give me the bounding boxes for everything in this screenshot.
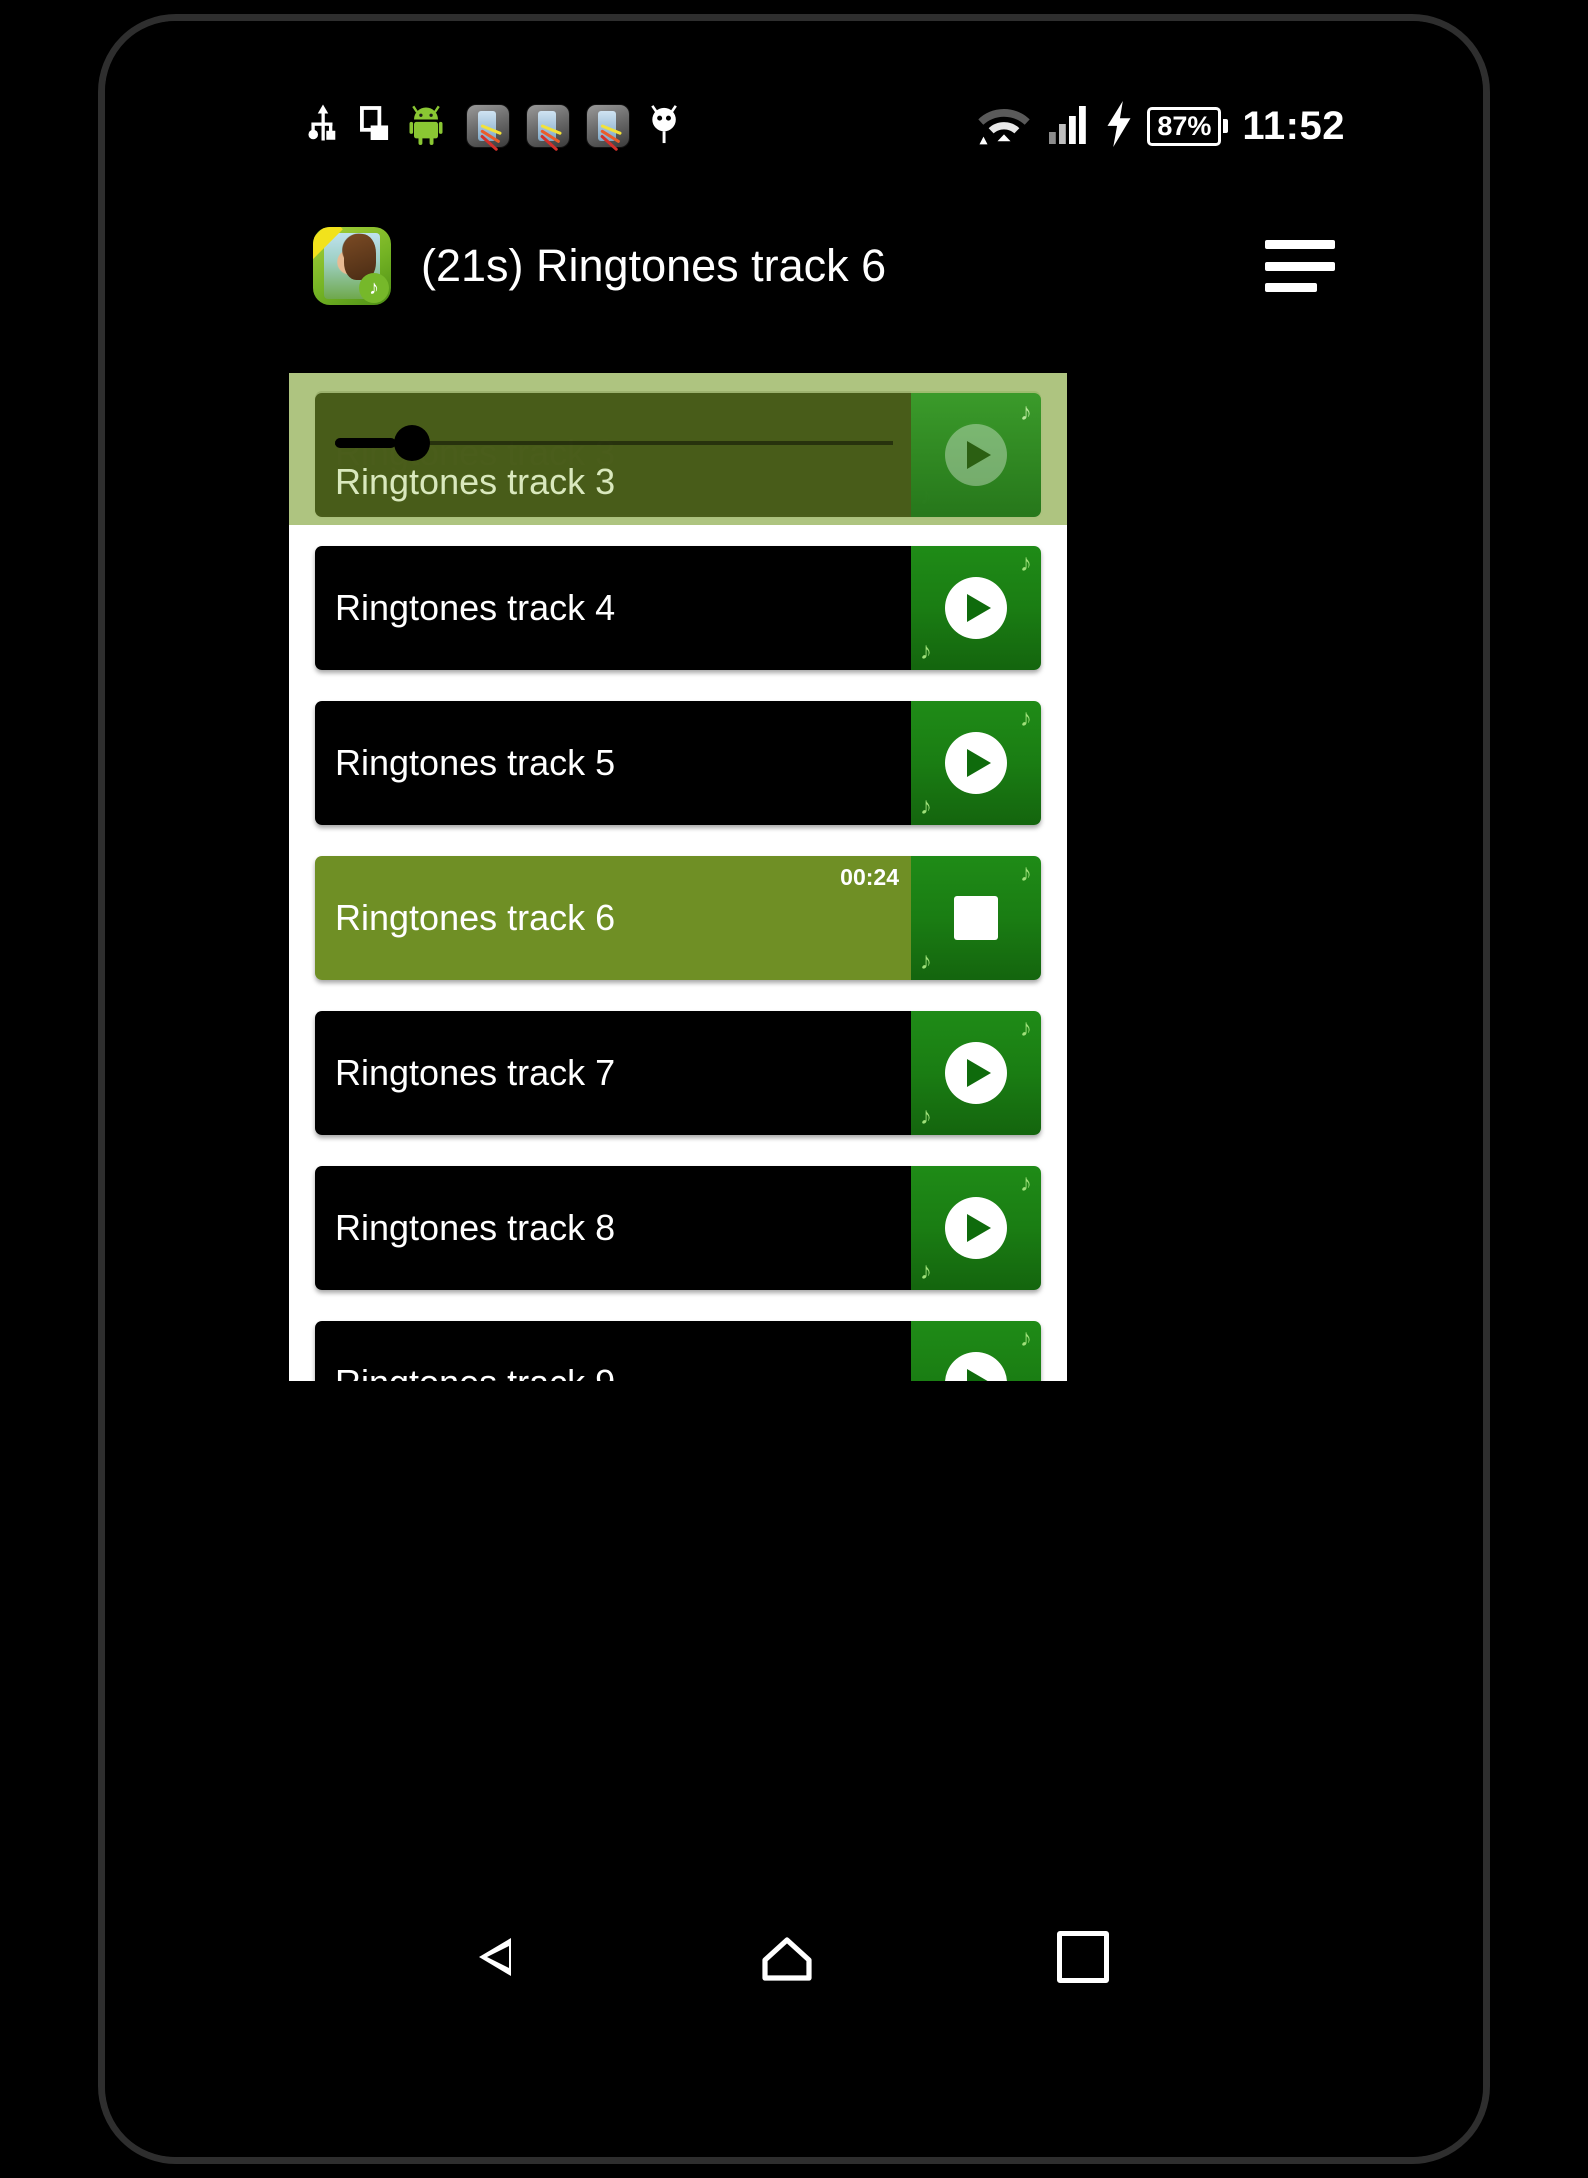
action-bar: ♪ (21s) Ringtones track 6 (105, 211, 1483, 321)
phone-frame: 87% 11:52 ♪ (21s) Ringtones track 6 Ring… (98, 14, 1490, 2164)
track-row[interactable]: Ringtones track 4 ♪ ♪ (315, 546, 1041, 670)
track-row[interactable]: Ringtones track 6 00:24 ♪ ♪ (315, 856, 1041, 980)
music-note-icon: ♪ (1020, 399, 1032, 426)
music-note-icon: ♪ (1020, 860, 1032, 887)
track-elapsed-time: 00:24 (840, 864, 899, 890)
play-button[interactable]: ♪♪ (911, 701, 1041, 825)
track-row[interactable]: Ringtones track 5 ♪ ♪ (315, 701, 1041, 825)
screenshot-icon (359, 103, 391, 150)
seek-overlay-play-button[interactable]: ♪ (911, 393, 1041, 517)
hamburger-menu-icon[interactable] (1265, 240, 1335, 292)
play-icon[interactable] (945, 577, 1007, 639)
stop-button[interactable]: ♪ ♪ (911, 856, 1041, 980)
app-notification-icon (527, 105, 569, 152)
music-note-icon: ♪ (920, 1103, 932, 1130)
music-note-icon: ♪ (1020, 1170, 1032, 1197)
music-note-icon: ♪ (1020, 1015, 1032, 1042)
status-bar-clock: 11:52 (1242, 103, 1345, 148)
track-row[interactable]: Ringtones track 9 ♪♪ (315, 1321, 1041, 1381)
track-label: Ringtones track 5 (335, 742, 616, 783)
track-label-area[interactable]: Ringtones track 4 (315, 546, 911, 670)
charging-bolt-icon (1105, 100, 1133, 152)
play-icon[interactable] (945, 732, 1007, 794)
seek-overlay-label-area: Ringtones track 3 (315, 393, 911, 517)
track-label: Ringtones track 9 (335, 1362, 615, 1381)
app-notification-icon (587, 105, 629, 152)
battery-tip (1223, 119, 1229, 133)
stop-icon[interactable] (954, 896, 998, 940)
play-icon[interactable] (945, 1352, 1007, 1381)
play-icon[interactable] (945, 1042, 1007, 1104)
seek-slider[interactable] (335, 425, 893, 461)
page-title: (21s) Ringtones track 6 (421, 240, 887, 291)
seek-overlay-panel[interactable]: Ringtones track 3 ♪ (289, 373, 1067, 525)
track-label: Ringtones track 4 (335, 587, 616, 628)
play-button[interactable]: ♪♪ (911, 1166, 1041, 1290)
usb-icon (305, 103, 341, 150)
track-label: Ringtones track 8 (335, 1207, 616, 1248)
track-row[interactable]: Ringtones track 7 ♪ ♪ (315, 1011, 1041, 1135)
seek-overlay-row[interactable]: Ringtones track 3 ♪ (315, 393, 1041, 517)
status-bar-left-icons (305, 102, 687, 152)
play-button[interactable]: ♪♪ (911, 1321, 1041, 1381)
track-label: Ringtones track 6 (335, 897, 616, 938)
track-label-area[interactable]: Ringtones track 5 (315, 701, 911, 825)
track-label-area[interactable]: Ringtones track 8 (315, 1166, 911, 1290)
app-logo-icon: ♪ (313, 227, 391, 305)
play-button[interactable]: ♪♪ (911, 546, 1041, 670)
music-note-icon: ♪ (920, 948, 932, 975)
play-icon[interactable] (945, 1197, 1007, 1259)
back-triangle-icon[interactable] (479, 1938, 511, 1976)
wifi-icon (975, 101, 1033, 152)
track-label-area[interactable]: Ringtones track 6 00:24 (315, 856, 911, 980)
status-bar: 87% 11:52 (105, 83, 1483, 169)
track-label-area[interactable]: Ringtones track 7 (315, 1011, 911, 1135)
seek-slider-filled (335, 438, 397, 448)
music-note-icon: ♪ (1020, 550, 1032, 577)
battery-percent-label: 87% (1147, 106, 1222, 146)
home-icon[interactable] (761, 1934, 812, 1981)
track-row[interactable]: Ringtones track 8 ♪ ♪ (315, 1166, 1041, 1290)
play-button[interactable]: ♪♪ (911, 1011, 1041, 1135)
play-icon[interactable] (945, 424, 1007, 486)
phone-screen: 87% 11:52 ♪ (21s) Ringtones track 6 Ring… (105, 21, 1483, 2157)
system-navigation-bar[interactable] (105, 1907, 1483, 2007)
battery-indicator: 87% (1147, 106, 1229, 146)
seek-overlay-track-label: Ringtones track 3 (335, 461, 616, 502)
music-note-icon: ♪ (359, 273, 389, 303)
status-bar-right-icons: 87% 11:52 (975, 100, 1345, 152)
music-note-icon: ♪ (1020, 1325, 1032, 1352)
cellular-signal-icon (1047, 102, 1091, 151)
android-robot-icon (409, 103, 449, 150)
seek-slider-thumb[interactable] (394, 425, 431, 461)
music-note-icon: ♪ (920, 793, 932, 820)
debug-bug-icon (647, 102, 687, 151)
music-note-icon: ♪ (1020, 705, 1032, 732)
track-label: Ringtones track 7 (335, 1052, 616, 1093)
app-notification-icon (467, 105, 509, 152)
music-note-icon: ♪ (920, 1258, 932, 1285)
track-label-area[interactable]: Ringtones track 9 (315, 1321, 911, 1381)
recents-square-icon[interactable] (1057, 1931, 1109, 1983)
music-note-icon: ♪ (920, 638, 932, 665)
